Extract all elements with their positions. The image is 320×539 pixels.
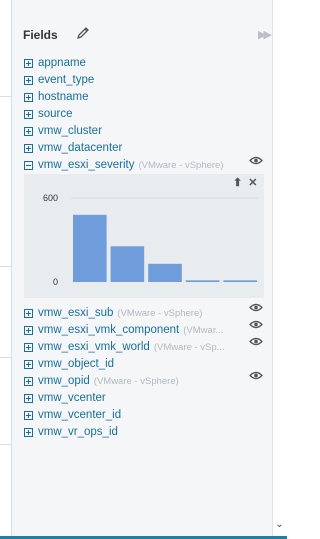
fields-panel: Fields ▶▶ appname event_type hostname sourc… <box>11 0 272 539</box>
eye-icon[interactable] <box>249 320 263 329</box>
field-row[interactable]: vmw_esxi_severity (VMware - vSphere) <box>24 157 224 173</box>
background-divider <box>0 444 11 445</box>
field-row[interactable]: hostname <box>24 89 89 105</box>
chart-bar[interactable] <box>223 280 257 282</box>
pencil-icon[interactable] <box>76 26 90 40</box>
expand-icon[interactable] <box>24 427 33 437</box>
bar-chart: 600 0 <box>43 193 259 287</box>
field-name[interactable]: vmw_vcenter <box>38 392 106 404</box>
y-tick-label: 0 <box>53 277 58 287</box>
field-name[interactable]: vmw_esxi_vmk_component <box>38 324 179 336</box>
expand-icon[interactable] <box>24 308 33 318</box>
field-row[interactable]: vmw_esxi_vmk_world (VMware - vSp... <box>24 339 225 355</box>
close-icon[interactable]: ✕ <box>248 177 257 189</box>
field-row[interactable]: vmw_datacenter <box>24 140 122 156</box>
expand-icon[interactable] <box>24 143 33 153</box>
field-source: (VMware - vSphere) <box>93 375 179 387</box>
chart-bar[interactable] <box>110 246 145 282</box>
fields-title: Fields <box>23 28 58 42</box>
field-name[interactable]: vmw_esxi_sub <box>38 307 113 319</box>
background-divider <box>0 357 11 358</box>
expand-icon[interactable] <box>24 58 33 68</box>
field-name[interactable]: vmw_object_id <box>38 358 114 370</box>
field-chart: 600 0 <box>24 174 264 298</box>
field-name[interactable]: appname <box>38 57 86 69</box>
field-row[interactable]: vmw_cluster <box>24 123 102 139</box>
eye-icon[interactable] <box>249 156 263 165</box>
scrollbar[interactable] <box>272 0 287 539</box>
field-source: (VMwar... <box>183 324 224 336</box>
chart-controls: ⬆ ✕ <box>233 176 258 189</box>
pin-icon[interactable]: ⬆ <box>233 177 242 189</box>
expand-icon[interactable] <box>24 325 33 335</box>
field-name[interactable]: vmw_vcenter_id <box>38 409 121 421</box>
field-row[interactable]: appname <box>24 55 86 71</box>
field-name[interactable]: vmw_cluster <box>38 125 102 137</box>
field-name[interactable]: vmw_vr_ops_id <box>38 426 118 438</box>
field-row[interactable]: source <box>24 106 73 122</box>
expand-icon[interactable] <box>24 359 33 369</box>
eye-icon[interactable] <box>249 303 263 312</box>
field-source: (VMware - vSphere) <box>138 159 224 171</box>
eye-icon[interactable] <box>249 371 263 380</box>
expand-icon[interactable] <box>24 109 33 119</box>
chart-bar[interactable] <box>148 263 182 282</box>
expand-icon[interactable] <box>24 410 33 420</box>
double-chevron-right-icon[interactable]: ▶▶ <box>258 28 272 41</box>
background-divider <box>0 266 11 267</box>
expand-icon[interactable] <box>24 126 33 136</box>
expand-icon[interactable] <box>24 75 33 85</box>
background-divider <box>0 96 11 97</box>
collapse-icon[interactable] <box>24 160 33 170</box>
field-row[interactable]: vmw_vr_ops_id <box>24 424 118 440</box>
field-row[interactable]: vmw_esxi_vmk_component (VMwar... <box>24 322 223 338</box>
expand-icon[interactable] <box>24 92 33 102</box>
field-row[interactable]: vmw_opid (VMware - vSphere) <box>24 373 179 389</box>
expand-icon[interactable] <box>24 342 33 352</box>
field-row[interactable]: event_type <box>24 72 94 88</box>
field-name[interactable]: vmw_esxi_vmk_world <box>38 341 150 353</box>
field-row[interactable]: vmw_object_id <box>24 356 114 372</box>
chart-bar[interactable] <box>185 280 220 282</box>
field-name[interactable]: source <box>38 108 73 120</box>
field-name[interactable]: vmw_opid <box>38 375 90 387</box>
field-row[interactable]: vmw_vcenter <box>24 390 106 406</box>
field-name[interactable]: vmw_esxi_severity <box>38 159 135 171</box>
field-source: (VMware - vSp... <box>153 341 225 353</box>
chevron-down-icon[interactable]: ⌄ <box>273 518 286 532</box>
chart-bar[interactable] <box>73 214 107 282</box>
expand-icon[interactable] <box>24 376 33 386</box>
field-name[interactable]: vmw_datacenter <box>38 142 122 154</box>
eye-icon[interactable] <box>249 337 263 346</box>
expand-icon[interactable] <box>24 393 33 403</box>
field-source: (VMware - vSphere) <box>117 307 203 319</box>
field-name[interactable]: event_type <box>38 74 94 86</box>
field-row[interactable]: vmw_vcenter_id <box>24 407 121 423</box>
y-tick-label: 600 <box>43 193 58 203</box>
field-row[interactable]: vmw_esxi_sub (VMware - vSphere) <box>24 305 202 321</box>
field-name[interactable]: hostname <box>38 91 89 103</box>
